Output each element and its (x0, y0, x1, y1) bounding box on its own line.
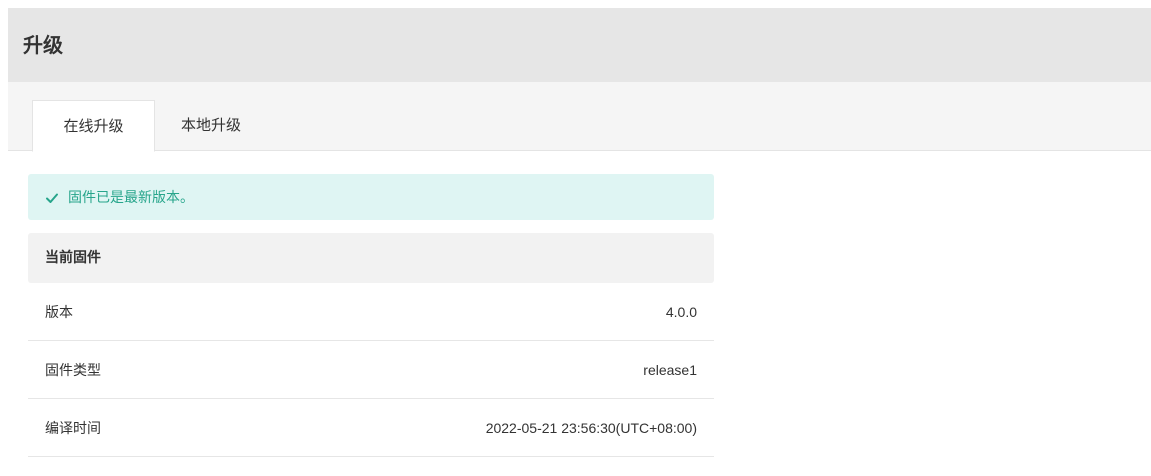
page-title: 升级 (23, 33, 63, 57)
page-header: 升级 (8, 8, 1151, 82)
tab-local-upgrade[interactable]: 本地升级 (155, 100, 267, 151)
version-value: 4.0.0 (665, 303, 697, 320)
alert-message: 固件已是最新版本。 (68, 190, 194, 206)
current-firmware-section-title: 当前固件 (28, 233, 714, 283)
check-icon (45, 190, 59, 204)
tab-online-upgrade[interactable]: 在线升级 (32, 100, 155, 152)
firmware-type-label: 固件类型 (45, 362, 101, 379)
build-time-label: 编译时间 (45, 420, 101, 437)
upgrade-page: 升级 在线升级 本地升级 固件已是最新版本。 当前固件 版本 4.0.0 固件类… (0, 0, 1151, 476)
version-label: 版本 (45, 304, 73, 321)
firmware-type-value: release1 (643, 361, 697, 378)
tab-bar: 在线升级 本地升级 (8, 82, 1151, 152)
firmware-status-alert: 固件已是最新版本。 (28, 174, 714, 220)
firmware-type-row: 固件类型 release1 (28, 341, 714, 399)
build-time-value: 2022-05-21 23:56:30(UTC+08:00) (485, 419, 697, 436)
build-time-row: 编译时间 2022-05-21 23:56:30(UTC+08:00) (28, 399, 714, 457)
firmware-version-row: 版本 4.0.0 (28, 283, 714, 341)
